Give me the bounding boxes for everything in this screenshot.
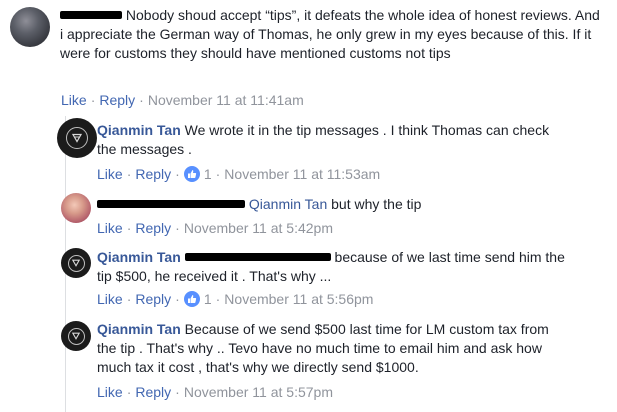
redacted-mention (184, 253, 331, 262)
redacted-author-name (97, 200, 245, 209)
comment-text: Nobody shoud accept “tips”, it defeats t… (60, 7, 600, 61)
reply-button[interactable]: Reply (135, 220, 171, 236)
comment-actions: Like · Reply · November 11 at 11:41am (61, 92, 304, 108)
comment-actions: Like · Reply · 1 · November 11 at 11:53am (97, 166, 381, 182)
like-button[interactable]: Like (97, 220, 123, 236)
comment-body: Qianmin Tan because of we last time send… (97, 248, 567, 286)
mention-link[interactable]: Qianmin Tan (249, 196, 327, 212)
avatar[interactable] (61, 193, 91, 223)
logo-icon (66, 127, 88, 149)
timestamp[interactable]: November 11 at 11:53am (224, 166, 380, 182)
avatar[interactable] (61, 321, 91, 351)
thumbs-up-icon[interactable] (183, 166, 200, 182)
comment-body: Nobody shoud accept “tips”, it defeats t… (60, 6, 600, 63)
reply-button[interactable]: Reply (99, 92, 135, 108)
comment-body: Qianmin Tan Because of we send $500 last… (97, 320, 567, 377)
logo-icon (67, 327, 85, 345)
comment-author[interactable]: Qianmin Tan (97, 122, 181, 138)
timestamp[interactable]: November 11 at 11:41am (148, 92, 304, 108)
like-button[interactable]: Like (97, 291, 123, 307)
reaction-count[interactable]: 1 (200, 166, 212, 182)
like-button[interactable]: Like (97, 166, 123, 182)
reply-button[interactable]: Reply (135, 291, 171, 307)
redacted-author-name (60, 11, 122, 20)
comment-body: Qianmin Tan but why the tip (97, 195, 577, 214)
avatar[interactable] (10, 7, 50, 47)
comment-text: but why the tip (331, 196, 422, 212)
comment-author[interactable]: Qianmin Tan (97, 321, 181, 337)
reply-button[interactable]: Reply (135, 384, 171, 400)
reply-button[interactable]: Reply (135, 166, 171, 182)
timestamp[interactable]: November 11 at 5:56pm (224, 291, 373, 307)
thumbs-up-icon[interactable] (183, 291, 200, 307)
comment-author[interactable]: Qianmin Tan (97, 249, 181, 265)
logo-icon (67, 254, 85, 272)
timestamp[interactable]: November 11 at 5:57pm (184, 384, 333, 400)
reaction-count[interactable]: 1 (200, 291, 212, 307)
timestamp[interactable]: November 11 at 5:42pm (184, 220, 333, 236)
like-button[interactable]: Like (97, 384, 123, 400)
comment-body: Qianmin Tan We wrote it in the tip messa… (97, 121, 567, 159)
comment-actions: Like · Reply · November 11 at 5:42pm (97, 220, 333, 236)
avatar[interactable] (57, 118, 97, 158)
comment-actions: Like · Reply · November 11 at 5:57pm (97, 384, 333, 400)
like-button[interactable]: Like (61, 92, 87, 108)
avatar[interactable] (61, 248, 91, 278)
comment-actions: Like · Reply · 1 · November 11 at 5:56pm (97, 291, 374, 307)
